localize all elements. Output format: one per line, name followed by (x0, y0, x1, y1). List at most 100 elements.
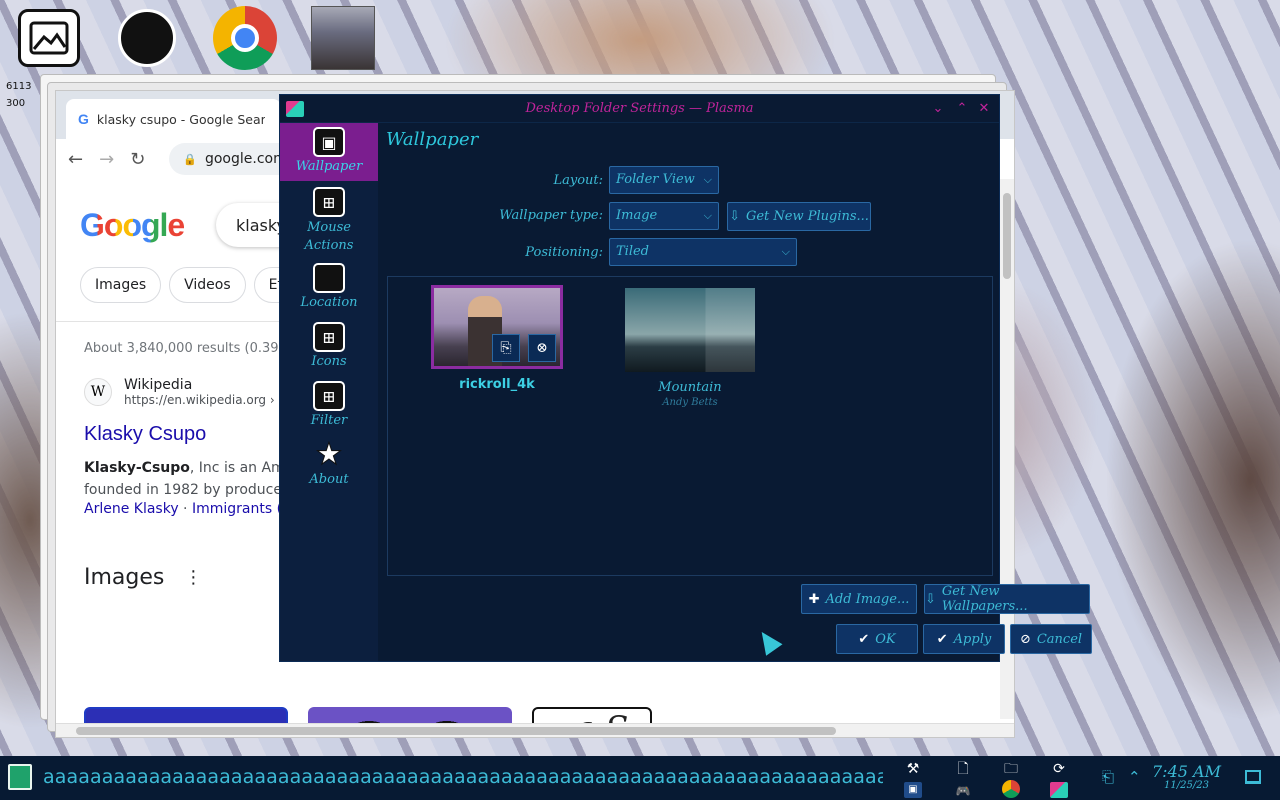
firefox-icon (118, 9, 176, 67)
sidebar-item-label: Location (300, 295, 358, 310)
app-launcher-icon[interactable] (8, 764, 32, 790)
sidebar-item-wallpaper[interactable]: ▣ Wallpaper (280, 123, 378, 181)
dialog-title: Desktop Folder Settings — Plasma (525, 101, 754, 116)
google-logo[interactable]: Google (80, 207, 185, 244)
chevron-up-icon[interactable]: ⌃ (1128, 768, 1141, 786)
horizontal-scrollbar[interactable] (56, 723, 1014, 737)
images-section-heading: Images ⋮ (84, 565, 202, 590)
result-title-link[interactable]: Klasky Csupo (84, 423, 206, 446)
star-icon: ★ (315, 437, 343, 472)
back-arrow-icon[interactable]: ← (68, 149, 83, 170)
sidebar-item-icons[interactable]: ⊞ Icons (280, 318, 378, 376)
reload-icon[interactable]: ↻ (130, 149, 145, 170)
icons-settings-icon: ⊞ (313, 322, 345, 352)
cancel-icon: ⊘ (1019, 631, 1031, 647)
clipboard-icon[interactable]: ⎗ (1102, 768, 1114, 786)
desktop-folder-settings-dialog: Desktop Folder Settings — Plasma ⌄ ⌃ ✕ ▣… (279, 94, 1092, 662)
mouse-actions-icon: ⊞ (313, 187, 345, 217)
snippet-bold: Klasky-Csupo (84, 460, 190, 476)
clock-time: 7:45 AM (1152, 762, 1221, 781)
filter-icon: ⊞ (313, 381, 345, 411)
sidebar-item-about[interactable]: ★ About (280, 436, 378, 494)
button-label: Add Image... (825, 591, 910, 607)
gamepad-icon[interactable]: 🎮 (952, 780, 974, 800)
get-new-wallpapers-button[interactable]: ⇩ Get New Wallpapers... (924, 584, 1090, 614)
sublink-arlene-klasky[interactable]: Arlene Klasky (84, 501, 179, 517)
sidebar-item-filter[interactable]: ⊞ Filter (280, 377, 378, 435)
add-image-button[interactable]: ✚ Add Image... (801, 584, 917, 614)
folder-icon (313, 263, 345, 293)
side-number: 300 (6, 98, 26, 109)
button-label: OK (875, 631, 896, 647)
wallpaper-type-select[interactable]: Image ⌵ (609, 202, 719, 230)
folder-icon[interactable]: 🗀 (1000, 758, 1022, 780)
wallpaper-type-label: Wallpaper type: (499, 208, 603, 223)
wallpaper-thumbnail[interactable] (625, 288, 755, 372)
positioning-label: Positioning: (525, 245, 603, 260)
close-icon[interactable]: ✕ (975, 100, 993, 118)
firefox-desktop-icon[interactable] (114, 6, 180, 70)
plasma-taskbar-icon[interactable] (1050, 782, 1068, 798)
taskbar-desktop-settings-icon[interactable]: ▣ (904, 782, 922, 798)
button-label: Get New Wallpapers... (941, 584, 1028, 614)
source-name: Wikipedia (124, 377, 193, 393)
wallpaper-settings-panel: Wallpaper Layout: Folder View ⌵ Wallpape… (378, 123, 1092, 661)
layout-select[interactable]: Folder View ⌵ (609, 166, 719, 194)
taskbar: aaaaaaaaaaaaaaaaaaaaaaaaaaaaaaaaaaaaaaaa… (0, 756, 1280, 800)
page-title: Wallpaper (386, 129, 479, 150)
sidebar-item-label: Icons (311, 354, 347, 369)
chip-videos[interactable]: Videos (169, 267, 246, 303)
plus-icon: ✚ (808, 591, 820, 607)
more-options-icon[interactable]: ⋮ (184, 567, 202, 588)
maximize-icon[interactable]: ⌃ (953, 100, 971, 118)
wallpaper-thumbnail[interactable]: ⎘ ⊗ (431, 285, 563, 369)
wallpaper-icon: ▣ (313, 127, 345, 157)
sidebar-item-mouse-actions[interactable]: ⊞ Mouse Actions (280, 183, 378, 253)
cancel-button[interactable]: ⊘ Cancel (1010, 624, 1092, 654)
clock-date: 11/25/23 (1164, 780, 1209, 791)
google-logo-text: Google (80, 207, 185, 243)
result-source[interactable]: W Wikipedia https://en.wikipedia.org › w… (84, 377, 302, 407)
browser-tab[interactable]: G klasky csupo - Google Search (66, 99, 281, 139)
wallpaper-author: Andy Betts (662, 397, 718, 408)
button-label: Apply (953, 631, 992, 647)
refresh-icon[interactable]: ⟳ (1048, 758, 1070, 780)
show-desktop-icon[interactable] (1245, 770, 1261, 784)
remove-icon[interactable]: ⊗ (528, 334, 556, 362)
chip-images[interactable]: Images (80, 267, 162, 303)
sidebar-item-location[interactable]: Location (280, 259, 378, 317)
forward-arrow-icon[interactable]: → (99, 149, 114, 170)
wallpaper-name: rickroll_4k (459, 377, 535, 392)
dialog-titlebar[interactable]: Desktop Folder Settings — Plasma ⌄ ⌃ ✕ (280, 95, 999, 123)
wallpaper-item-rickroll[interactable]: ⎘ ⊗ rickroll_4k (431, 285, 563, 392)
sidebar-item-label: Wallpaper (295, 159, 363, 174)
wallpaper-item-mountain[interactable]: Mountain Andy Betts (625, 285, 755, 408)
rickroll-image-desktop-icon[interactable] (311, 6, 375, 70)
sidebar-item-label: Mouse Actions (304, 220, 354, 253)
sidebar-item-label: About (309, 472, 349, 487)
image-viewer-desktop-icon[interactable] (16, 6, 82, 70)
positioning-select[interactable]: Tiled ⌵ (609, 238, 797, 266)
desktop-side-numbers: 6113 300 (6, 78, 31, 112)
clock[interactable]: 7:45 AM 11/25/23 (1152, 764, 1221, 792)
tools-icon[interactable]: ⚒ (902, 758, 924, 780)
open-folder-icon[interactable]: ⎘ (492, 334, 520, 362)
settings-sidebar: ▣ Wallpaper ⊞ Mouse Actions Location ⊞ I… (280, 123, 378, 661)
chrome-taskbar-icon[interactable] (1002, 780, 1020, 798)
result-snippet: Klasky-Csupo, Inc is an Americ founded i… (84, 457, 311, 501)
checkmark-icon: ✔ (936, 631, 948, 647)
get-new-plugins-button[interactable]: ⇩ Get New Plugins... (727, 202, 871, 231)
minimize-icon[interactable]: ⌄ (929, 100, 947, 118)
layout-value: Folder View (616, 172, 695, 187)
source-url: https://en.wikipedia.org › wiki (124, 393, 302, 407)
snippet-line2: founded in 1982 by producer Ar (84, 482, 308, 498)
chrome-desktop-icon[interactable] (212, 6, 278, 70)
search-filter-chips: Images Videos Effe (80, 267, 301, 303)
taskbar-text-widget: aaaaaaaaaaaaaaaaaaaaaaaaaaaaaaaaaaaaaaaa… (43, 766, 883, 788)
layout-label: Layout: (553, 173, 603, 188)
side-number: 6113 (6, 81, 32, 92)
ok-button[interactable]: ✔ OK (836, 624, 918, 654)
chevron-down-icon: ⌵ (781, 245, 790, 258)
apply-button[interactable]: ✔ Apply (923, 624, 1005, 654)
document-icon[interactable]: 🗋 (952, 758, 974, 780)
